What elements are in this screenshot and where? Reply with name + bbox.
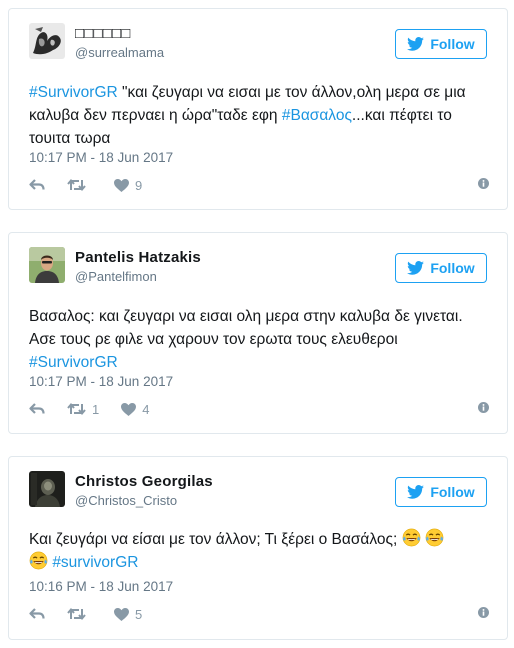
- follow-label: Follow: [430, 260, 475, 276]
- reply-icon: [29, 608, 45, 619]
- tweet-text-segment: Βασαλος: και ζευγαρι να εισαι ολη μερα σ…: [29, 308, 463, 325]
- tweet-actions: 5: [29, 605, 489, 623]
- follow-button[interactable]: Follow: [395, 29, 487, 59]
- tweet-card: Christos Georgilas @Christos_Cristo Foll…: [8, 456, 508, 640]
- like-button[interactable]: 9: [114, 178, 142, 193]
- reply-button[interactable]: [29, 607, 45, 621]
- twitter-bird-icon: [407, 485, 425, 499]
- reply-button[interactable]: [29, 178, 45, 192]
- tweet-text-segment: ...και πέφτει το: [351, 107, 452, 124]
- twitter-bird-icon: [407, 37, 425, 51]
- tweet-text: #SurvivorGR "και ζευγαρι να εισαι με τον…: [29, 81, 487, 150]
- follow-button[interactable]: Follow: [395, 477, 487, 507]
- tears-of-joy-emoji-icon: [402, 528, 420, 547]
- tweet-text: Και ζευγάρι να είσαι με τον άλλον; Τι ξέ…: [29, 528, 487, 574]
- info-icon: [478, 607, 489, 618]
- display-name[interactable]: Christos Georgilas: [75, 473, 213, 490]
- retweet-button[interactable]: 1: [67, 402, 99, 417]
- follow-label: Follow: [430, 484, 475, 500]
- hashtag-link[interactable]: #survivorGR: [52, 554, 138, 571]
- retweet-button[interactable]: [67, 607, 92, 621]
- like-count: 4: [142, 401, 150, 417]
- heart-icon: [114, 178, 129, 192]
- hashtag-link[interactable]: #SurvivorGR: [29, 84, 118, 101]
- tweet-text-segment: "και ζευγαρι να εισαι με τον άλλον,ολη μ…: [117, 84, 466, 101]
- user-handle[interactable]: @Pantelfimon: [75, 269, 157, 284]
- twitter-bird-icon: [407, 261, 425, 275]
- tweet-card: Pantelis Hatzakis @Pantelfimon Follow Βα…: [8, 232, 508, 434]
- tweet-text-segment: τουιτα τωρα: [29, 130, 111, 147]
- tweet-info-button[interactable]: [478, 605, 489, 623]
- tweet-timestamp[interactable]: 10:16 PM - 18 Jun 2017: [29, 579, 173, 594]
- tweet-timestamp[interactable]: 10:17 PM - 18 Jun 2017: [29, 374, 173, 389]
- tweet-info-button[interactable]: [478, 400, 489, 418]
- display-name[interactable]: Pantelis Hatzakis: [75, 249, 201, 266]
- like-button[interactable]: 5: [114, 607, 142, 622]
- follow-label: Follow: [430, 36, 475, 52]
- heart-icon: [121, 402, 137, 416]
- reply-icon: [29, 179, 45, 190]
- retweet-icon: [67, 178, 86, 192]
- reply-button[interactable]: [29, 402, 45, 416]
- info-icon: [478, 402, 489, 413]
- retweet-count: 1: [92, 401, 100, 417]
- hashtag-link[interactable]: #Βασαλος: [282, 107, 352, 124]
- display-name[interactable]: □□□□□□: [75, 25, 131, 42]
- like-count: 5: [135, 606, 143, 622]
- tears-of-joy-emoji-icon: [29, 551, 48, 570]
- avatar[interactable]: [29, 247, 65, 283]
- retweet-icon: [67, 402, 86, 416]
- tweet-text: Βασαλος: και ζευγαρι να εισαι ολη μερα σ…: [29, 305, 487, 374]
- tweet-text-segment: Και ζευγάρι να είσαι με τον άλλον; Τι ξέ…: [29, 531, 398, 548]
- follow-button[interactable]: Follow: [395, 253, 487, 283]
- tears-of-joy-emoji-icon: [425, 528, 444, 547]
- tweet-actions: 9: [29, 176, 489, 194]
- retweet-icon: [67, 607, 86, 621]
- reply-icon: [29, 403, 45, 414]
- avatar[interactable]: [29, 23, 65, 59]
- tweet-info-button[interactable]: [478, 176, 489, 194]
- tweet-feed: □□□□□□ @surrealmama Follow #SurvivorGR "…: [0, 0, 514, 648]
- avatar[interactable]: [29, 471, 65, 507]
- tweet-card: □□□□□□ @surrealmama Follow #SurvivorGR "…: [8, 8, 508, 210]
- user-handle[interactable]: @surrealmama: [75, 45, 164, 60]
- tweet-text-segment: καλυβα δεν περναει η ώρα"ταδε εφη: [29, 107, 282, 124]
- like-count: 9: [135, 177, 143, 193]
- tweet-actions: 1 4: [29, 400, 489, 418]
- hashtag-link[interactable]: #SurvivorGR: [29, 354, 118, 371]
- user-handle[interactable]: @Christos_Cristo: [75, 493, 177, 508]
- info-icon: [478, 178, 489, 189]
- tweet-text-segment: Ασε τους ρε φιλε να χαρουν τον ερωτα του…: [29, 331, 398, 348]
- retweet-button[interactable]: [67, 178, 92, 192]
- heart-icon: [114, 607, 129, 621]
- like-button[interactable]: 4: [121, 402, 149, 417]
- tweet-timestamp[interactable]: 10:17 PM - 18 Jun 2017: [29, 150, 173, 165]
